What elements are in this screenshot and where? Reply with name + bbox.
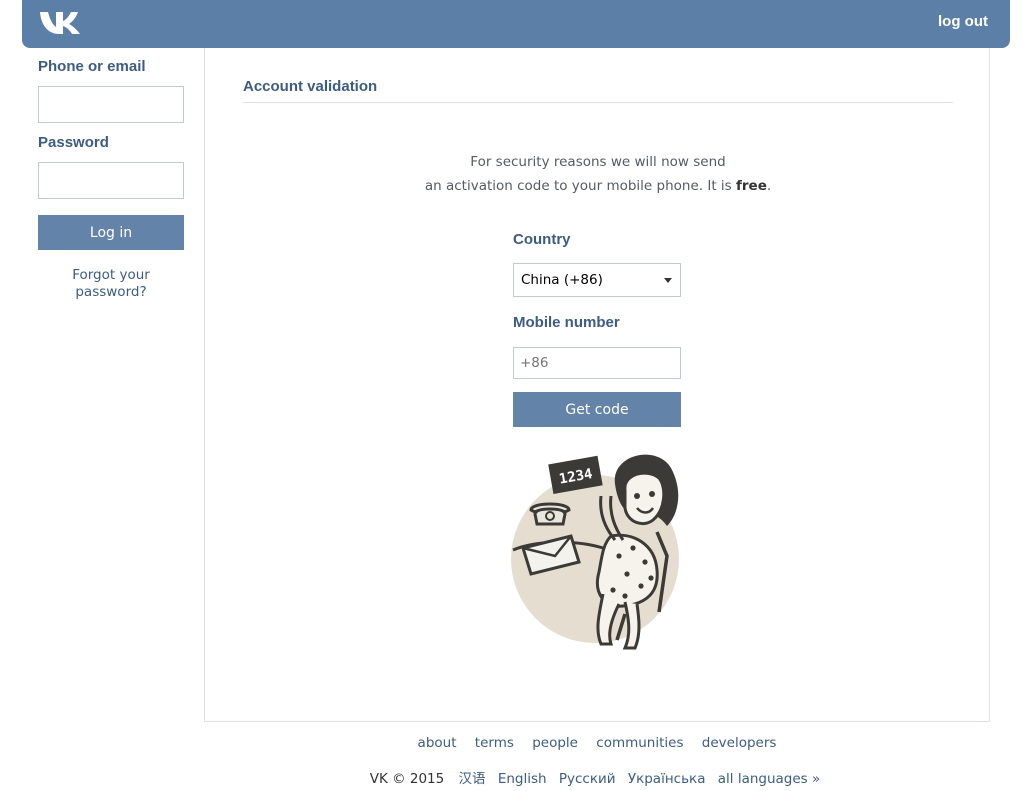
footer-link-developers[interactable]: developers xyxy=(702,735,777,751)
mobile-number-label: Mobile number xyxy=(513,314,620,331)
forgot-password-link[interactable]: Forgot your password? xyxy=(38,267,184,301)
mobile-number-input[interactable] xyxy=(513,347,681,379)
footer-link-about[interactable]: about xyxy=(418,735,457,751)
footer-links: about terms people communities developer… xyxy=(204,735,990,751)
phone-or-email-input[interactable] xyxy=(38,86,184,123)
forgot-password-line2: password? xyxy=(75,284,147,300)
phone-validation-form: Country China (+86) Mobile number Get co… xyxy=(513,231,681,427)
security-notice-line2-text: an activation code to your mobile phone.… xyxy=(424,178,737,194)
security-notice: For security reasons we will now send an… xyxy=(205,150,991,198)
copyright-text: VK © 2015 xyxy=(369,771,445,787)
logout-link[interactable]: log out xyxy=(938,13,988,30)
footer-link-communities[interactable]: communities xyxy=(596,735,683,751)
all-languages-link[interactable]: all languages » xyxy=(718,771,821,787)
forgot-password-line1: Forgot your xyxy=(72,267,150,283)
language-link-ukrainian[interactable]: Українська xyxy=(628,771,706,787)
password-input[interactable] xyxy=(38,162,184,199)
security-notice-line2: an activation code to your mobile phone.… xyxy=(205,174,991,198)
security-notice-period: . xyxy=(766,178,772,194)
country-selected-value: China (+86) xyxy=(521,272,603,288)
security-notice-line1: For security reasons we will now send xyxy=(470,154,726,170)
country-label: Country xyxy=(513,231,571,248)
login-button[interactable]: Log in xyxy=(38,215,184,250)
footer-languages: VK © 2015 汉语 English Русский Українська … xyxy=(204,767,990,787)
page-title: Account validation xyxy=(243,78,953,103)
footer-link-people[interactable]: people xyxy=(532,735,578,751)
footer-link-terms[interactable]: terms xyxy=(475,735,514,751)
main-content-panel: Account validation For security reasons … xyxy=(204,48,990,722)
woman-with-phone-illustration: 1234 xyxy=(511,454,679,650)
get-code-button[interactable]: Get code xyxy=(513,392,681,427)
login-sidebar: Phone or email Password Log in Forgot yo… xyxy=(38,58,184,301)
phone-or-email-label: Phone or email xyxy=(38,58,146,75)
language-link-chinese[interactable]: 汉语 xyxy=(459,771,486,787)
free-emphasis: free xyxy=(736,178,767,194)
language-link-english[interactable]: English xyxy=(498,771,547,787)
password-label: Password xyxy=(38,134,109,151)
country-select[interactable]: China (+86) xyxy=(513,263,681,297)
vk-logo-icon[interactable] xyxy=(38,8,84,36)
dropdown-arrow-icon xyxy=(664,278,672,283)
language-link-russian[interactable]: Русский xyxy=(559,771,616,787)
top-header-bar: log out xyxy=(22,0,1010,48)
